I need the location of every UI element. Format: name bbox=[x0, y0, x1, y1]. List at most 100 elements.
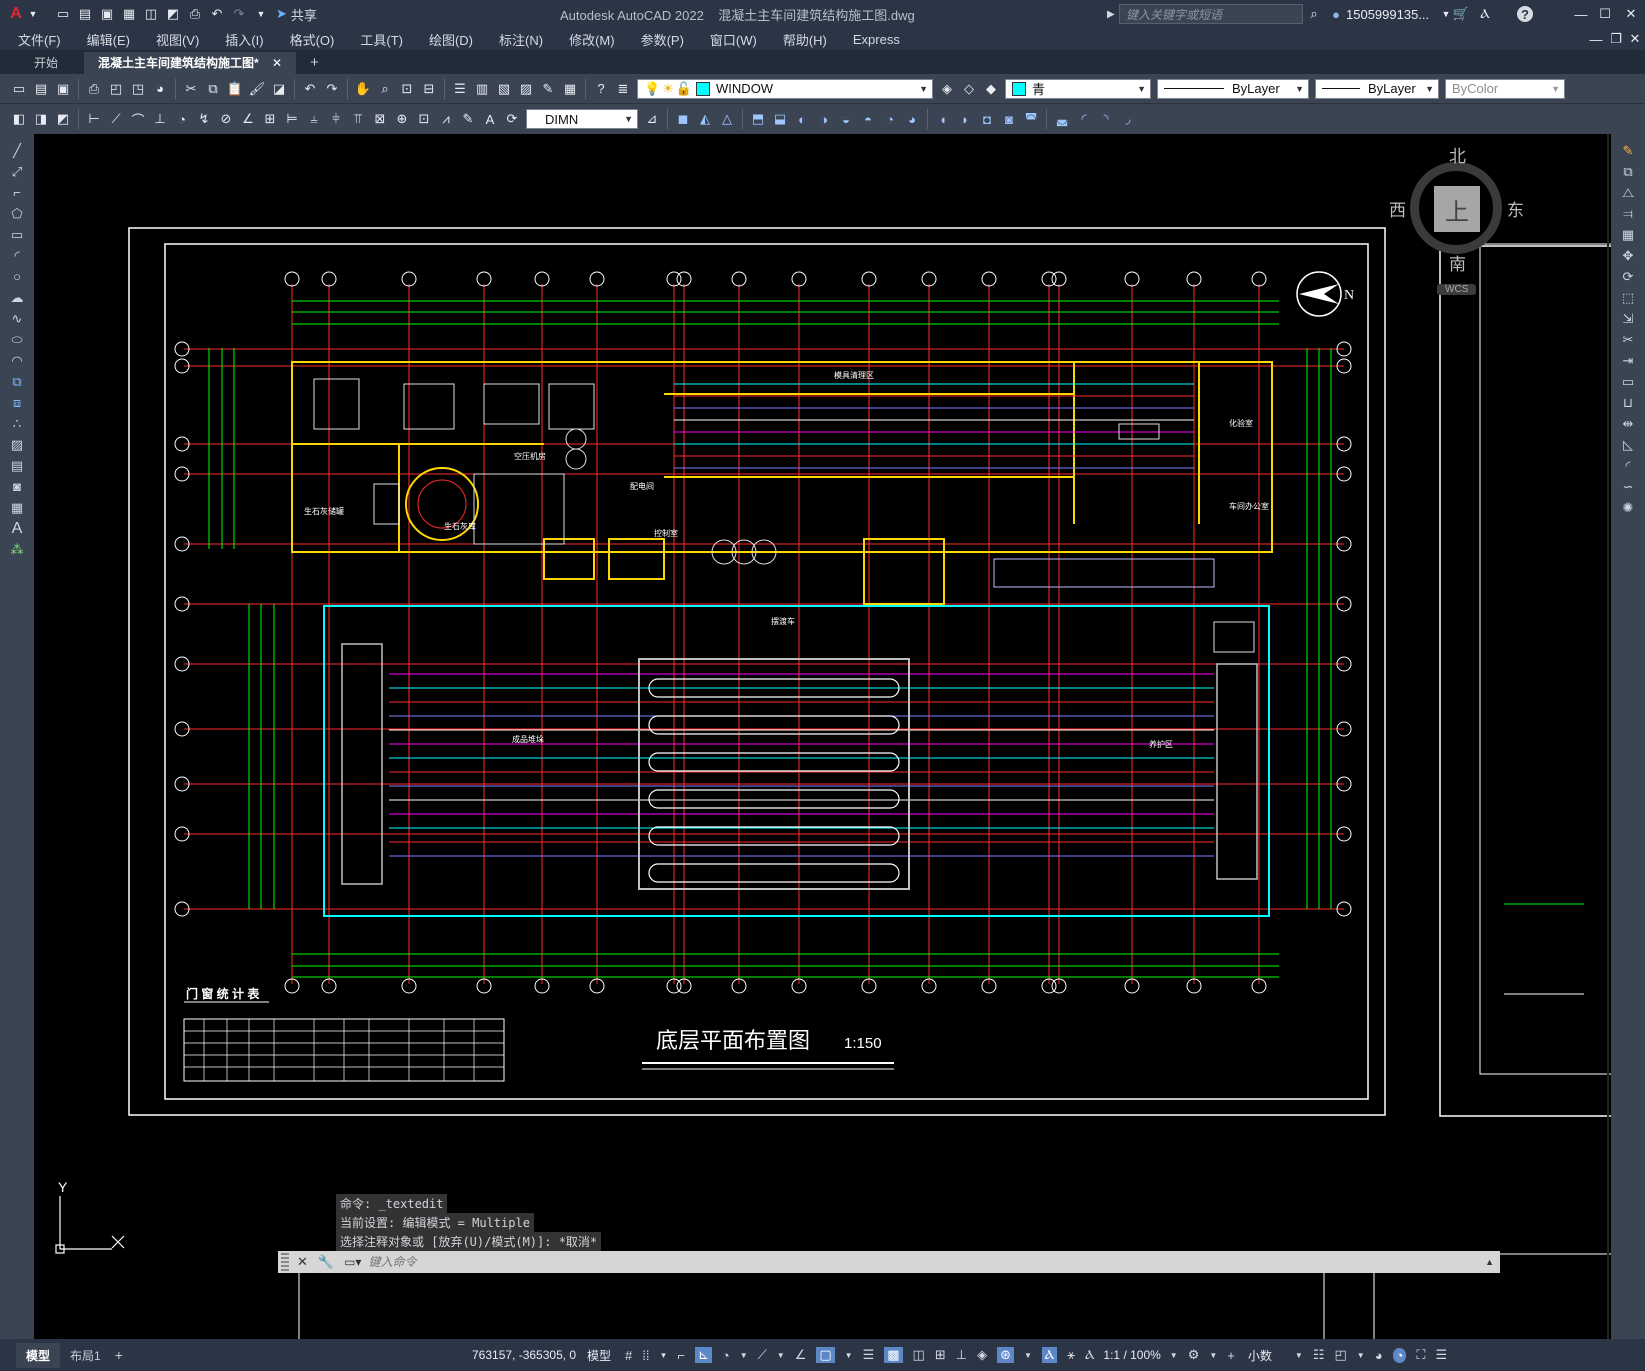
offset-icon[interactable]: ⫤ bbox=[1617, 203, 1639, 224]
infer-icon[interactable]: ⌐ bbox=[677, 1348, 685, 1363]
polar-icon[interactable]: ◔ bbox=[722, 1348, 730, 1363]
ortho-icon[interactable]: ⊾ bbox=[694, 1347, 712, 1363]
save-web-icon[interactable]: ◩ bbox=[163, 4, 183, 24]
gizmo-icon[interactable]: ⊛ bbox=[997, 1347, 1014, 1363]
extrude-icon[interactable]: ⬒ bbox=[748, 109, 768, 129]
presspull-icon[interactable]: ⬓ bbox=[770, 109, 790, 129]
dimstyle-manager-icon[interactable]: ⊿ bbox=[642, 109, 662, 129]
save-icon[interactable]: ▣ bbox=[97, 4, 117, 24]
polyline-icon[interactable]: ⌐ bbox=[6, 182, 28, 203]
dim-continue-icon[interactable]: ⫨ bbox=[304, 109, 324, 129]
cart-icon[interactable]: 🛒 bbox=[1451, 4, 1471, 24]
tb-copy-icon[interactable]: ⧉ bbox=[203, 79, 223, 99]
tb-open-icon[interactable]: ▤ bbox=[31, 79, 51, 99]
stretch-icon[interactable]: ⇲ bbox=[1617, 308, 1639, 329]
break-icon[interactable]: ⊔ bbox=[1617, 392, 1639, 413]
wcs-menu[interactable]: WCS bbox=[1437, 284, 1477, 295]
chamfer-icon[interactable]: ◺ bbox=[1617, 434, 1639, 455]
dim-space-icon[interactable]: ⫩ bbox=[326, 109, 346, 129]
insert-block-icon[interactable]: ⧉ bbox=[6, 371, 28, 392]
center-mark-icon[interactable]: ⊕ bbox=[392, 109, 412, 129]
interfere-icon[interactable]: ◘ bbox=[977, 109, 997, 129]
transparency-icon[interactable]: ▩ bbox=[884, 1347, 903, 1363]
print-icon[interactable]: ⎙ bbox=[185, 4, 205, 24]
edit-body-icon[interactable]: ◝ bbox=[1096, 109, 1116, 129]
redo-icon[interactable]: ↷ bbox=[229, 4, 249, 24]
loft-icon[interactable]: ◒ bbox=[836, 109, 856, 129]
dim-baseline-icon[interactable]: ⊨ bbox=[282, 109, 302, 129]
isodraft-icon[interactable]: ⟋ bbox=[758, 1347, 767, 1363]
open-web-icon[interactable]: ◫ bbox=[141, 4, 161, 24]
command-input[interactable] bbox=[366, 1254, 1486, 1270]
tb2-tool3-icon[interactable]: ◩ bbox=[53, 109, 73, 129]
doc-close-icon[interactable]: ✕ bbox=[1625, 29, 1645, 49]
dim-radius-icon[interactable]: ◔ bbox=[172, 109, 192, 129]
revolve-icon[interactable]: ◑ bbox=[814, 109, 834, 129]
tb-block-editor-icon[interactable]: ◪ bbox=[269, 79, 289, 99]
copy-object-icon[interactable]: ⧉ bbox=[1617, 161, 1639, 182]
solid-box-icon[interactable]: ◼ bbox=[673, 109, 693, 129]
grid-icon[interactable]: # bbox=[625, 1348, 632, 1363]
dim-angular-icon[interactable]: ∠ bbox=[238, 109, 258, 129]
construction-line-icon[interactable]: ⤢ bbox=[6, 161, 28, 182]
tb-zoom-realtime-icon[interactable]: ⌕ bbox=[375, 79, 395, 99]
dim-linear-icon[interactable]: ⊢ bbox=[84, 109, 104, 129]
layer-props-icon[interactable]: ≣ bbox=[613, 79, 633, 99]
annotation-monitor-icon[interactable]: + bbox=[1227, 1348, 1235, 1363]
dim-text-edit-icon[interactable]: A bbox=[480, 109, 500, 129]
osnap-dropdown-icon[interactable]: ▼ bbox=[845, 1351, 853, 1360]
selection-cycling-icon[interactable]: ◫ bbox=[913, 1347, 925, 1363]
dyn-ucs-icon[interactable]: ⊥ bbox=[956, 1347, 967, 1363]
dim-break-icon[interactable]: ⫪ bbox=[348, 109, 368, 129]
jogged-linear-icon[interactable]: ⩘ bbox=[436, 109, 456, 129]
tb-plot-icon[interactable]: ⎙ bbox=[84, 79, 104, 99]
tb2-tool2-icon[interactable]: ◨ bbox=[31, 109, 51, 129]
solid-wedge-icon[interactable]: ◭ bbox=[695, 109, 715, 129]
tab-model[interactable]: 模型 bbox=[16, 1342, 61, 1368]
tb-publish-icon[interactable]: ◳ bbox=[128, 79, 148, 99]
break-point-icon[interactable]: ▭ bbox=[1617, 371, 1639, 392]
annotation-scale-value[interactable]: 1:1 / 100% bbox=[1103, 1348, 1160, 1362]
dim-ordinate-icon[interactable]: ⊥ bbox=[150, 109, 170, 129]
line-icon[interactable]: ╱ bbox=[6, 140, 28, 161]
menu-tools[interactable]: 工具(T) bbox=[360, 30, 403, 49]
point-icon[interactable]: ∴ bbox=[6, 413, 28, 434]
minimize-icon[interactable]: — bbox=[1571, 4, 1591, 24]
quick-properties-icon[interactable]: ☷ bbox=[1313, 1347, 1325, 1363]
tab-drawing[interactable]: 混凝土主车间建筑结构施工图* ✕ bbox=[84, 52, 297, 74]
command-scroll-icon[interactable]: ▲ bbox=[1485, 1257, 1494, 1267]
tb-zoom-previous-icon[interactable]: ⊟ bbox=[419, 79, 439, 99]
menu-help[interactable]: 帮助(H) bbox=[783, 30, 827, 49]
tb-help-icon[interactable]: ? bbox=[591, 79, 611, 99]
lineweight-icon[interactable]: ☰ bbox=[863, 1347, 875, 1363]
autocad-logo-icon[interactable]: A bbox=[6, 4, 26, 24]
dim-update-icon[interactable]: ⟳ bbox=[502, 109, 522, 129]
model-space-toggle[interactable]: 模型 bbox=[587, 1347, 611, 1364]
dim-quick-icon[interactable]: ⊞ bbox=[260, 109, 280, 129]
units-dropdown-icon[interactable]: ▼ bbox=[1295, 1351, 1303, 1360]
lock-ui-dropdown-icon[interactable]: ▼ bbox=[1357, 1351, 1365, 1360]
annotation-scale-icon[interactable]: Ⲁ bbox=[1085, 1347, 1094, 1363]
tb-preview-icon[interactable]: ◰ bbox=[106, 79, 126, 99]
hardware-accel-icon[interactable]: ◔ bbox=[1392, 1347, 1407, 1363]
coordinates[interactable]: 763157, -365305, 0 bbox=[472, 1348, 576, 1362]
user-name[interactable]: 1505999135... bbox=[1346, 7, 1429, 22]
ellipse-arc-icon[interactable]: ◠ bbox=[6, 350, 28, 371]
snap-dropdown-icon[interactable]: ▼ bbox=[659, 1351, 667, 1360]
dim-diameter-icon[interactable]: ⊘ bbox=[216, 109, 236, 129]
spline-icon[interactable]: ∿ bbox=[6, 308, 28, 329]
revcloud-icon[interactable]: ☁ bbox=[6, 287, 28, 308]
polar-dropdown-icon[interactable]: ▼ bbox=[740, 1351, 748, 1360]
command-recent-icon[interactable]: ▭▾ bbox=[344, 1255, 361, 1269]
union-icon[interactable]: ◓ bbox=[858, 109, 878, 129]
annotation-autoscale-icon[interactable]: ⚹ bbox=[1067, 1347, 1075, 1363]
linetype-dropdown[interactable]: ByLayer ▼ bbox=[1157, 78, 1309, 99]
open-file-icon[interactable]: ▤ bbox=[75, 4, 95, 24]
mtext-icon[interactable]: A bbox=[6, 518, 28, 539]
doc-restore-icon[interactable]: ❐ bbox=[1606, 29, 1626, 49]
tb-matchprop-icon[interactable]: 🖌 bbox=[247, 79, 267, 99]
erase-icon[interactable]: ✎ bbox=[1617, 140, 1639, 161]
region-icon[interactable]: ◙ bbox=[6, 476, 28, 497]
mirror-icon[interactable]: ⧍ bbox=[1617, 182, 1639, 203]
color-dropdown[interactable]: 青 ▼ bbox=[1005, 78, 1151, 99]
